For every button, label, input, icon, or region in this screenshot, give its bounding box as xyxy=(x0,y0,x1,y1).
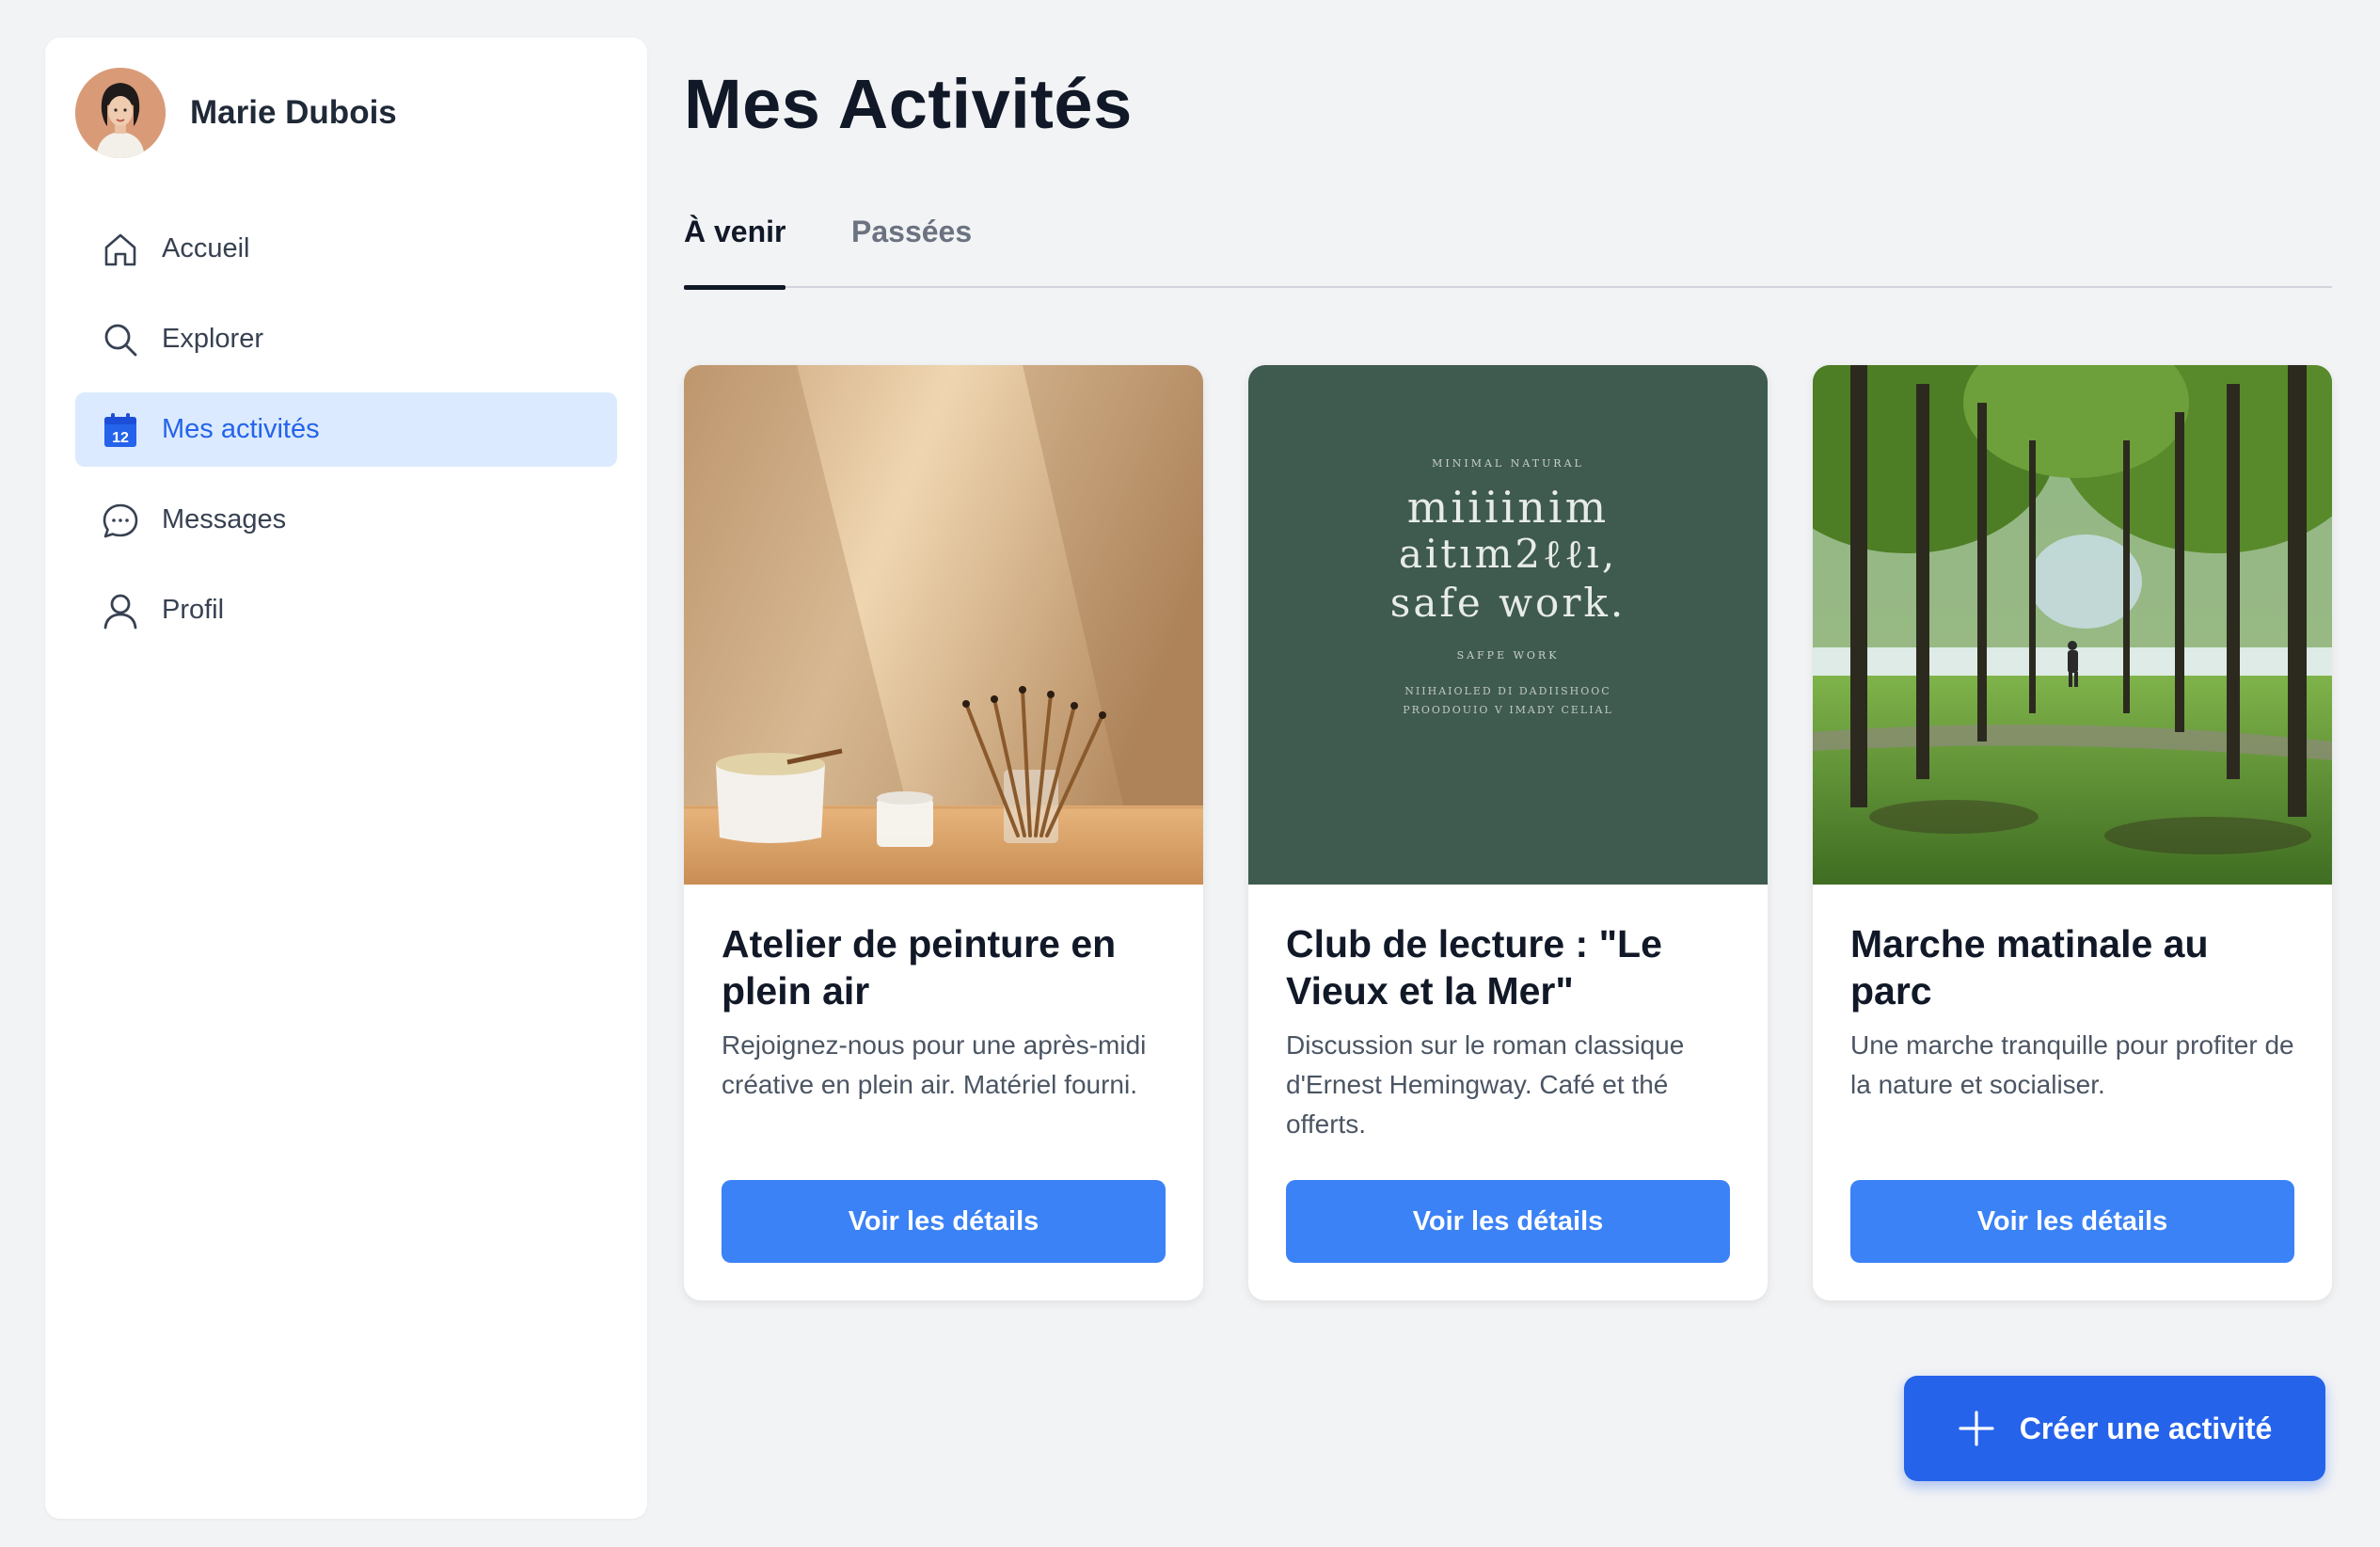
card-body: Marche matinale au parc Une marche tranq… xyxy=(1850,920,2294,1105)
avatar[interactable] xyxy=(75,68,166,158)
card-body: Atelier de peinture en plein air Rejoign… xyxy=(722,920,1166,1105)
home-icon xyxy=(100,229,141,270)
card-title: Club de lecture : "Le Vieux et la Mer" xyxy=(1286,922,1662,1013)
book-cover: MINIMAL NATURAL miiiinim aitım2ℓℓı, safe… xyxy=(1248,365,1768,885)
tab-a-venir[interactable]: À venir xyxy=(684,215,786,290)
chat-icon xyxy=(100,500,141,541)
create-activity-button[interactable]: Créer une activité xyxy=(1904,1376,2325,1481)
sidebar-item-label: Accueil xyxy=(162,233,250,263)
view-details-button[interactable]: Voir les détails xyxy=(1850,1180,2294,1263)
painting-supplies-photo xyxy=(684,365,1203,885)
user-icon xyxy=(100,590,141,631)
sidebar-item-messages[interactable]: Messages xyxy=(75,483,617,557)
search-icon xyxy=(100,319,141,360)
book-cover-small1: NIIHAIOLED DI DADIISHOOC xyxy=(1404,685,1611,697)
activity-card: Atelier de peinture en plein air Rejoign… xyxy=(684,365,1203,1300)
book-cover-top: MINIMAL NATURAL xyxy=(1432,457,1584,470)
sidebar-item-label: Explorer xyxy=(162,324,263,354)
sidebar-item-explorer[interactable]: Explorer xyxy=(75,302,617,376)
plus-icon xyxy=(1958,1410,1995,1447)
sidebar-item-mes-activites[interactable]: 12 Mes activités xyxy=(75,392,617,467)
card-description: Discussion sur le roman classique d'Erne… xyxy=(1286,1030,1685,1139)
activity-card: MINIMAL NATURAL miiiinim aitım2ℓℓı, safe… xyxy=(1248,365,1768,1300)
card-title: Atelier de peinture en plein air xyxy=(722,922,1117,1013)
book-cover-sub: SAFPE WORK xyxy=(1456,649,1560,662)
book-cover-line3: safe work. xyxy=(1389,580,1626,626)
sidebar-nav: Accueil Explorer 12 Mes activités Messag… xyxy=(75,212,617,663)
book-cover-line2: aitım2ℓℓı, xyxy=(1398,531,1618,577)
view-details-button[interactable]: Voir les détails xyxy=(1286,1180,1730,1263)
sidebar-item-label: Profil xyxy=(162,595,225,625)
create-activity-label: Créer une activité xyxy=(2019,1411,2273,1445)
sidebar-item-profil[interactable]: Profil xyxy=(75,573,617,647)
activity-card: Marche matinale au parc Une marche tranq… xyxy=(1813,365,2332,1300)
view-details-button[interactable]: Voir les détails xyxy=(722,1180,1166,1263)
tab-passees[interactable]: Passées xyxy=(851,215,972,288)
park-trees-photo xyxy=(1813,365,2332,885)
sidebar-item-label: Mes activités xyxy=(162,414,320,444)
card-title: Marche matinale au parc xyxy=(1850,922,2209,1013)
svg-text:12: 12 xyxy=(112,430,129,446)
tab-bar: À venir Passées xyxy=(684,198,2332,290)
calendar-icon: 12 xyxy=(100,409,141,451)
user-profile-header[interactable]: Marie Dubois xyxy=(75,68,397,158)
page-title: Mes Activités xyxy=(684,65,1133,143)
card-body: Club de lecture : "Le Vieux et la Mer" D… xyxy=(1286,920,1730,1144)
card-description: Une marche tranquille pour profiter de l… xyxy=(1850,1030,2294,1099)
user-name: Marie Dubois xyxy=(190,94,397,131)
sidebar: Marie Dubois Accueil Explorer 12 Mes act… xyxy=(45,38,647,1519)
book-cover-line1: miiiinim xyxy=(1406,482,1610,533)
sidebar-item-label: Messages xyxy=(162,504,287,534)
sidebar-item-accueil[interactable]: Accueil xyxy=(75,212,617,286)
card-description: Rejoignez-nous pour une après-midi créat… xyxy=(722,1030,1147,1099)
book-cover-small2: PROODOUIO V IMADY CELIAL xyxy=(1403,704,1613,716)
